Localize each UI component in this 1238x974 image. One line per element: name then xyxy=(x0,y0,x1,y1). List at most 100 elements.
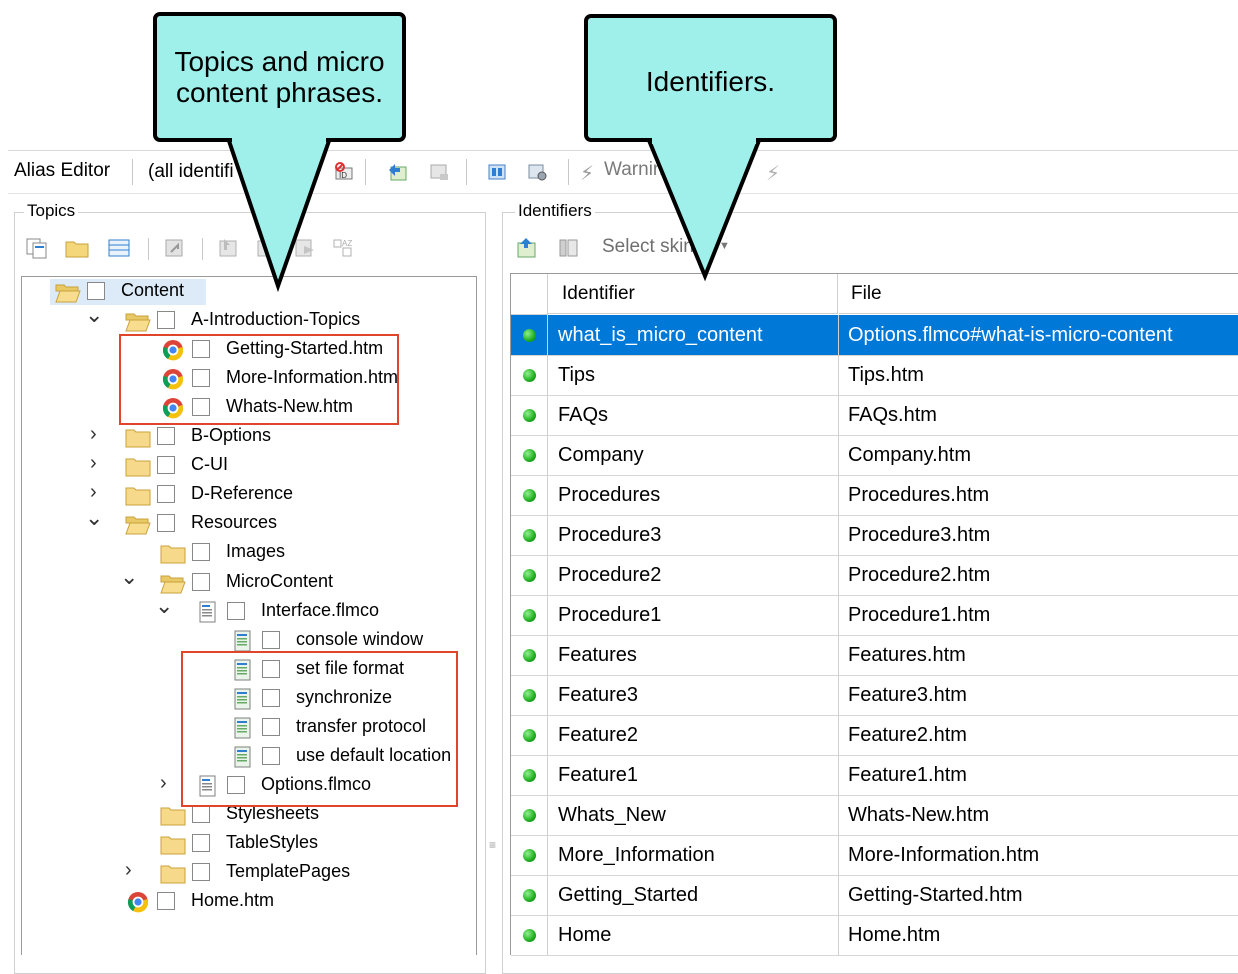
column-header-identifier[interactable]: Identifier xyxy=(548,274,838,314)
file-cell[interactable]: Procedure3.htm xyxy=(848,515,990,555)
identifier-row[interactable]: Features Features.htm xyxy=(511,635,1238,676)
topic-checkbox[interactable] xyxy=(157,514,175,533)
chevron-right-icon[interactable]: › xyxy=(90,452,97,475)
tree-node[interactable]: ⌄ A-Introduction-Topics xyxy=(22,302,474,334)
chevron-down-icon[interactable]: ⌄ xyxy=(85,505,103,531)
file-cell[interactable]: Feature2.htm xyxy=(848,715,967,755)
topic-checkbox[interactable] xyxy=(87,282,105,300)
assign-topic-icon[interactable] xyxy=(216,236,242,260)
table-view-icon[interactable] xyxy=(106,236,132,260)
warning-wand-icon[interactable]: ⚡ xyxy=(580,161,594,186)
file-cell[interactable]: FAQs.htm xyxy=(848,395,937,435)
topic-checkbox[interactable] xyxy=(262,630,280,649)
identifier-row[interactable]: Tips Tips.htm xyxy=(511,355,1238,396)
identifier-settings-icon[interactable] xyxy=(526,162,548,182)
assign-identifier-icon[interactable] xyxy=(386,162,408,182)
file-cell[interactable]: Options.flmco#what-is-micro-content xyxy=(848,315,1173,355)
chevron-right-icon[interactable]: › xyxy=(90,481,97,504)
file-cell[interactable]: Getting-Started.htm xyxy=(848,875,1023,915)
tree-node[interactable]: ⌄ MicroContent xyxy=(22,564,474,596)
identifier-cell[interactable]: Procedure2 xyxy=(558,555,661,595)
file-cell[interactable]: Features.htm xyxy=(848,635,966,675)
chevron-down-icon[interactable]: ⌄ xyxy=(85,302,103,328)
identifier-row[interactable]: Feature3 Feature3.htm xyxy=(511,675,1238,716)
next-warning-icon[interactable]: ⚡ xyxy=(736,161,750,186)
topic-checkbox[interactable] xyxy=(192,863,210,881)
identifier-filter-dropdown[interactable]: (all identifi xyxy=(148,161,234,183)
identifier-cell[interactable]: Procedures xyxy=(558,475,660,515)
previous-warning-icon[interactable]: ⚡ xyxy=(766,161,780,186)
unassign-topic-icon[interactable] xyxy=(254,236,280,260)
chevron-right-icon[interactable]: › xyxy=(90,423,97,446)
warnings-button[interactable]: Warnin xyxy=(604,159,663,181)
folder-icon[interactable] xyxy=(64,236,90,260)
chevron-down-icon[interactable]: ▼ xyxy=(719,240,730,252)
chevron-right-icon[interactable]: › xyxy=(125,859,132,882)
topic-checkbox[interactable] xyxy=(157,456,175,475)
identifiers-grid[interactable]: Identifier File what_is_micro_content Opt… xyxy=(510,273,1238,956)
identifier-row[interactable]: Procedure3 Procedure3.htm xyxy=(511,515,1238,556)
tree-node[interactable]: TableStyles xyxy=(22,831,474,857)
identifier-cell[interactable]: what_is_micro_content xyxy=(558,315,763,355)
topic-checkbox[interactable] xyxy=(157,892,175,911)
identifier-row[interactable]: Procedure2 Procedure2.htm xyxy=(511,555,1238,596)
identifier-row[interactable]: FAQs FAQs.htm xyxy=(511,395,1238,436)
identifier-cell[interactable]: Feature2 xyxy=(558,715,638,755)
identifier-cell[interactable]: Company xyxy=(558,435,644,475)
import-identifiers-icon[interactable] xyxy=(486,162,508,182)
identifier-row[interactable]: Feature1 Feature1.htm xyxy=(511,755,1238,796)
file-cell[interactable]: Company.htm xyxy=(848,435,971,475)
identifier-row[interactable]: Feature2 Feature2.htm xyxy=(511,715,1238,756)
identifier-cell[interactable]: Getting_Started xyxy=(558,875,698,915)
file-cell[interactable]: Tips.htm xyxy=(848,355,924,395)
identifier-row[interactable]: what_is_micro_content Options.flmco#what-… xyxy=(511,315,1238,356)
identifier-row[interactable]: Company Company.htm xyxy=(511,435,1238,476)
file-cell[interactable]: Whats-New.htm xyxy=(848,795,989,835)
file-cell[interactable]: More-Information.htm xyxy=(848,835,1039,875)
tree-node[interactable]: › TemplatePages xyxy=(22,859,474,886)
tree-node[interactable]: ⌄ Interface.flmco xyxy=(22,593,474,625)
import-alias-icon[interactable] xyxy=(514,236,540,260)
open-topic-icon[interactable] xyxy=(162,236,188,260)
file-cell[interactable]: Feature1.htm xyxy=(848,755,967,795)
identifier-cell[interactable]: Whats_New xyxy=(558,795,666,835)
topic-checkbox[interactable] xyxy=(192,543,210,562)
file-cell[interactable]: Feature3.htm xyxy=(848,675,967,715)
identifier-cell[interactable]: Procedure1 xyxy=(558,595,661,635)
tree-node[interactable]: ⌄ Resources xyxy=(22,505,474,537)
file-cell[interactable]: Home.htm xyxy=(848,915,940,955)
chevron-down-icon[interactable]: ▼ xyxy=(312,163,324,177)
topic-checkbox[interactable] xyxy=(157,311,175,330)
identifier-cell[interactable]: FAQs xyxy=(558,395,608,435)
sort-icon[interactable]: AZ xyxy=(330,236,356,260)
unbound-filter-icon[interactable]: ID xyxy=(333,162,355,182)
splitter-grip-icon[interactable]: ≡ xyxy=(489,838,496,852)
identifier-cell[interactable]: More_Information xyxy=(558,835,715,875)
chevron-right-icon[interactable]: › xyxy=(160,772,167,795)
topic-checkbox[interactable] xyxy=(192,572,210,591)
tree-node[interactable]: console window xyxy=(22,628,474,654)
tree-node[interactable]: Home.htm xyxy=(22,889,474,915)
topic-properties-icon[interactable] xyxy=(292,236,318,260)
topic-checkbox[interactable] xyxy=(157,485,175,504)
topic-checkbox[interactable] xyxy=(192,833,210,852)
unassign-identifier-icon[interactable] xyxy=(428,162,450,182)
file-cell[interactable]: Procedure2.htm xyxy=(848,555,990,595)
identifier-cell[interactable]: Feature1 xyxy=(558,755,638,795)
topic-checkbox[interactable] xyxy=(157,427,175,446)
file-cell[interactable]: Procedure1.htm xyxy=(848,595,990,635)
identifier-cell[interactable]: Tips xyxy=(558,355,595,395)
identifier-cell[interactable]: Features xyxy=(558,635,637,675)
identifier-row[interactable]: Procedure1 Procedure1.htm xyxy=(511,595,1238,636)
identifier-row[interactable]: More_Information More-Information.htm xyxy=(511,835,1238,876)
topic-checkbox[interactable] xyxy=(192,804,210,823)
identifier-cell[interactable]: Feature3 xyxy=(558,675,638,715)
identifier-row[interactable]: Home Home.htm xyxy=(511,915,1238,956)
chevron-down-icon[interactable]: ⌄ xyxy=(120,564,138,590)
identifier-row[interactable]: Procedures Procedures.htm xyxy=(511,475,1238,516)
select-skin-dropdown[interactable]: Select skin xyxy=(602,236,694,258)
identifier-cell[interactable]: Home xyxy=(558,915,611,955)
skin-icon[interactable] xyxy=(556,236,582,260)
identifier-row[interactable]: Whats_New Whats-New.htm xyxy=(511,795,1238,836)
identifier-cell[interactable]: Procedure3 xyxy=(558,515,661,555)
